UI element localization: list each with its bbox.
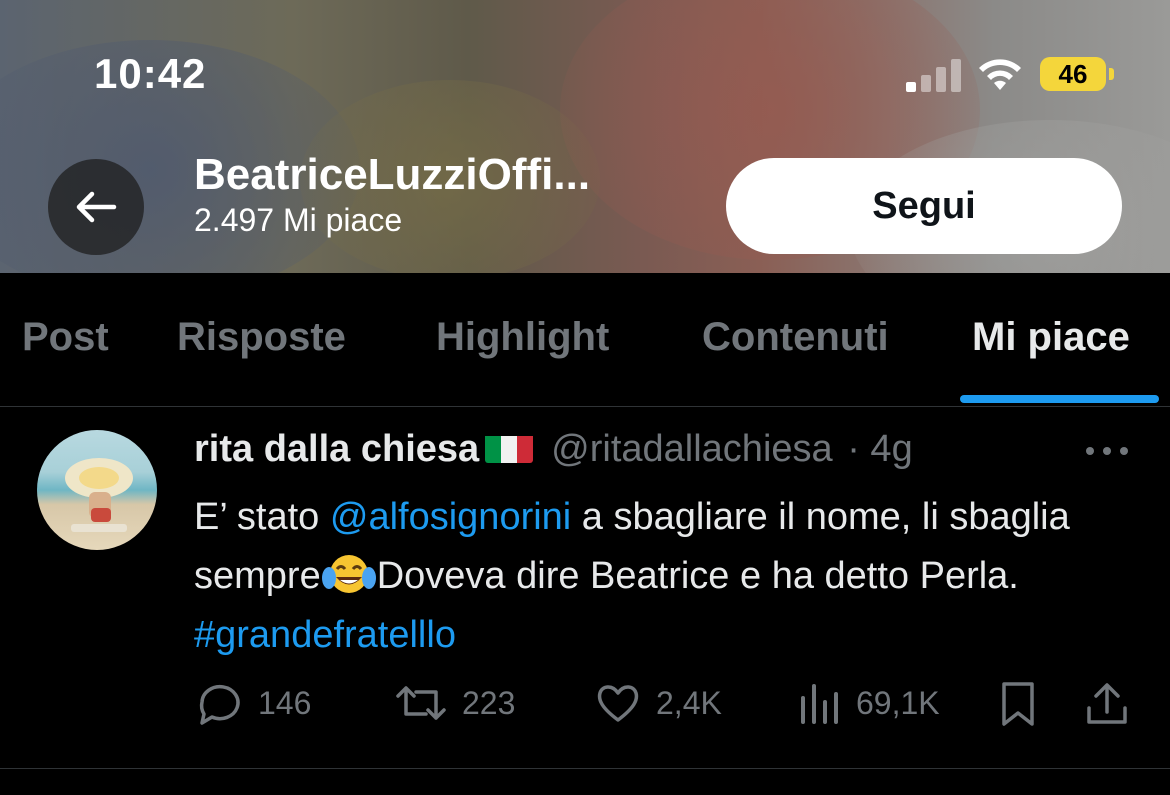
heart-icon [597,685,639,722]
bookmark-icon [1002,682,1034,726]
profile-name: BeatriceLuzziOffi... [194,150,591,199]
share-icon [1087,683,1127,724]
tweet-divider [0,768,1170,769]
like-button[interactable]: 2,4K [594,680,722,726]
tab-contenuti[interactable]: Contenuti [702,315,889,360]
tweet-author-handle[interactable]: @ritadallachiesa [551,428,833,470]
retweet-icon [396,686,446,720]
status-time: 10:42 [94,50,207,97]
tab-mi-piace[interactable]: Mi piace [972,315,1130,360]
reply-button[interactable]: 146 [194,680,311,726]
tweet-timestamp[interactable]: · 4g [847,428,912,470]
tweet-text: E’ stato @alfosignorini a sbagliare il n… [194,488,1114,665]
views-count: 69,1K [856,684,940,721]
battery-indicator: 46 [1040,57,1106,91]
tweet-header: rita dalla chiesa @ritadallachiesa · 4g [194,428,913,471]
italy-flag-icon [485,433,534,463]
active-tab-indicator [960,395,1159,403]
follow-button[interactable]: Segui [726,158,1122,254]
back-button[interactable] [48,159,144,255]
avatar-painting [65,458,133,532]
like-count: 2,4K [656,684,722,721]
tab-risposte[interactable]: Risposte [177,315,346,360]
tweet-text-segment: E’ stato [194,496,330,538]
retweet-count: 223 [462,684,516,721]
reply-icon [199,684,240,725]
tweet-mention-link[interactable]: @alfosignorini [330,496,571,538]
tweet-hashtag-link[interactable]: #grandefratelllo [194,614,456,656]
retweet-button[interactable]: 223 [394,680,515,726]
tweet-author-name[interactable]: rita dalla chiesa [194,428,479,470]
share-button[interactable] [1084,680,1130,728]
wifi-icon [979,59,1021,90]
bookmark-button[interactable] [998,680,1038,728]
tab-highlight[interactable]: Highlight [436,315,609,360]
avatar[interactable] [37,430,157,550]
battery-nub [1109,68,1114,80]
views-button[interactable]: 69,1K [798,680,940,726]
arrow-left-icon [76,191,117,223]
tab-post[interactable]: Post [22,315,109,360]
reply-count: 146 [258,684,312,721]
tweet-actions: 146 223 2,4K 69,1K [194,680,1134,730]
tears-of-joy-emoji-icon [321,555,376,593]
tweet-text-segment: Doveva dire Beatrice e ha detto Perla. [376,555,1019,597]
cellular-signal-icon [906,56,962,92]
profile-likes-count: 2.497 Mi piace [194,202,403,238]
analytics-bars-icon [801,684,838,724]
profile-tabs: Post Risposte Highlight Contenuti Mi pia… [0,273,1170,407]
more-options-icon[interactable] [1086,447,1130,457]
